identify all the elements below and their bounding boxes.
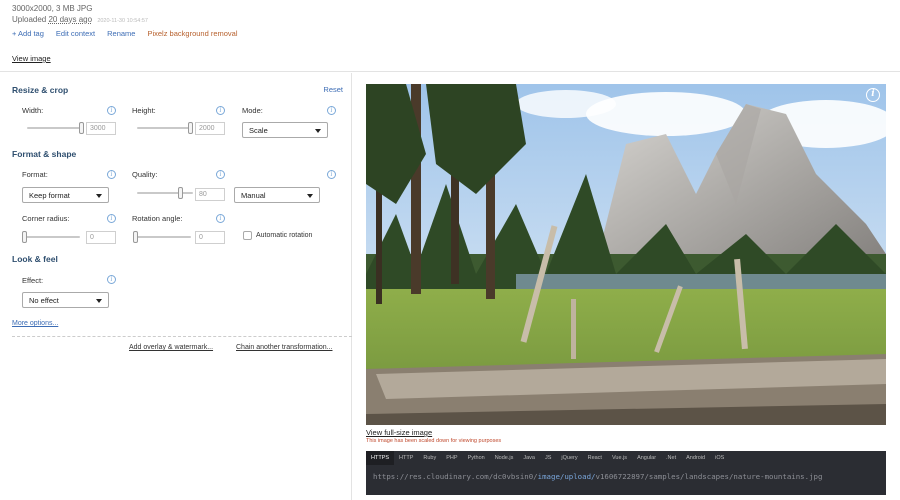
caret-down-icon (96, 299, 102, 303)
height-label: Height: (132, 106, 156, 115)
resize-crop-heading: Resize & crop (12, 85, 69, 95)
tab-ios[interactable]: iOS (710, 451, 729, 465)
height-slider[interactable] (137, 122, 193, 134)
height-slider-track (137, 127, 193, 129)
image-info-icon[interactable]: i (866, 88, 880, 102)
edit-context-link[interactable]: Edit context (56, 29, 95, 38)
caret-down-icon (315, 129, 321, 133)
info-icon[interactable]: i (107, 106, 116, 115)
view-image-tab[interactable]: View image (12, 54, 51, 63)
format-shape-heading: Format & shape (12, 149, 77, 159)
format-select-value: Keep format (29, 191, 70, 200)
corner-radius-input[interactable]: 0 (86, 231, 116, 244)
uploaded-timestamp: 2020-11-30 10:54:57 (97, 18, 148, 24)
automatic-rotation-label: Automatic rotation (256, 232, 313, 239)
format-label: Format: (22, 170, 48, 179)
mode-select-value: Scale (249, 126, 268, 135)
tab-angular[interactable]: Angular (632, 451, 661, 465)
chain-transformation-link[interactable]: Chain another transformation... (236, 344, 333, 351)
quality-slider-track (137, 192, 193, 194)
info-icon[interactable]: i (216, 106, 225, 115)
info-icon[interactable]: i (327, 106, 336, 115)
landscape-image (366, 84, 886, 425)
uploaded-info: Uploaded 20 days ago 2020-11-30 10:54:57 (12, 15, 148, 24)
view-full-size-link[interactable]: View full-size image (366, 428, 432, 437)
tab-php[interactable]: PHP (441, 451, 462, 465)
tab-jquery[interactable]: jQuery (556, 451, 582, 465)
pixelz-link[interactable]: Pixelz background removal (147, 29, 237, 38)
sdk-tabs: HTTPS HTTP Ruby PHP Python Node.js Java JS jQuer… (366, 451, 729, 465)
width-slider-track (27, 127, 84, 129)
mode-label: Mode: (242, 106, 263, 115)
tab-vuejs[interactable]: Vue.js (607, 451, 632, 465)
height-input[interactable]: 2000 (195, 122, 225, 135)
quality-input[interactable]: 80 (195, 188, 225, 201)
tab-android[interactable]: Android (681, 451, 710, 465)
info-icon[interactable]: i (327, 170, 336, 179)
effect-label: Effect: (22, 276, 44, 285)
reset-link[interactable]: Reset (323, 85, 343, 94)
info-icon[interactable]: i (107, 170, 116, 179)
rotation-angle-slider-thumb[interactable] (133, 231, 138, 243)
format-select[interactable]: Keep format (22, 187, 109, 203)
width-input[interactable]: 3000 (86, 122, 116, 135)
look-feel-heading: Look & feel (12, 254, 58, 264)
quality-slider-thumb[interactable] (177, 187, 183, 199)
add-overlay-link[interactable]: Add overlay & watermark... (129, 344, 213, 351)
add-tag-link[interactable]: + Add tag (12, 29, 44, 38)
uploaded-prefix: Uploaded (12, 15, 47, 24)
asset-actions: + Add tag Edit context Rename Pixelz bac… (12, 29, 238, 38)
tab-http[interactable]: HTTP (394, 451, 418, 465)
corner-radius-slider-track (22, 236, 80, 238)
delivery-url[interactable]: https://res.cloudinary.com/dc0vbsin0/ima… (373, 472, 822, 481)
corner-radius-slider[interactable] (22, 231, 80, 243)
rotation-angle-input[interactable]: 0 (195, 231, 225, 244)
caret-down-icon (96, 194, 102, 198)
transformation-panel: Resize & crop Reset Width: i 3000 Height… (0, 73, 352, 500)
effect-select[interactable]: No effect (22, 292, 109, 308)
info-icon[interactable]: i (216, 214, 225, 223)
quality-slider[interactable] (137, 187, 193, 199)
url-suffix: v1606722897/samples/landscapes/nature-mo… (595, 472, 823, 481)
rotation-angle-slider-track (133, 236, 191, 238)
corner-radius-slider-thumb[interactable] (22, 231, 27, 243)
width-slider-thumb[interactable] (79, 122, 84, 134)
tab-js[interactable]: JS (540, 451, 556, 465)
tab-net[interactable]: .Net (661, 451, 681, 465)
rotation-angle-label: Rotation angle: (132, 214, 183, 223)
quality-label: Quality: (132, 170, 158, 179)
automatic-rotation-checkbox[interactable] (243, 231, 252, 240)
tab-python[interactable]: Python (463, 451, 490, 465)
uploaded-ago: 20 days ago (48, 15, 93, 24)
tab-ruby[interactable]: Ruby (418, 451, 441, 465)
url-prefix: https://res.cloudinary.com/dc0vbsin0/ (373, 472, 538, 481)
quality-mode-select[interactable]: Manual (234, 187, 320, 203)
info-icon[interactable]: i (107, 214, 116, 223)
tab-react[interactable]: React (583, 451, 607, 465)
quality-mode-value: Manual (241, 191, 266, 200)
more-options-link[interactable]: More options... (12, 320, 58, 327)
mode-select[interactable]: Scale (242, 122, 328, 138)
rename-link[interactable]: Rename (107, 29, 135, 38)
effect-select-value: No effect (29, 296, 59, 305)
tab-https[interactable]: HTTPS (366, 451, 395, 465)
url-highlight: image/upload/ (537, 472, 596, 481)
divider (12, 336, 352, 337)
asset-dimensions: 3000x2000, 3 MB JPG (12, 4, 93, 13)
image-preview[interactable] (366, 84, 886, 425)
corner-radius-label: Corner radius: (22, 214, 70, 223)
info-icon[interactable]: i (107, 275, 116, 284)
caret-down-icon (307, 194, 313, 198)
rotation-angle-slider[interactable] (133, 231, 191, 243)
width-label: Width: (22, 106, 44, 115)
info-icon[interactable]: i (216, 170, 225, 179)
tab-java[interactable]: Java (518, 451, 540, 465)
asset-header: 3000x2000, 3 MB JPG Uploaded 20 days ago… (0, 0, 900, 72)
height-slider-thumb[interactable] (188, 122, 193, 134)
delivery-url-box: HTTPS HTTP Ruby PHP Python Node.js Java JS jQuer… (366, 451, 886, 495)
scaled-note: This image has been scaled down for view… (366, 438, 502, 444)
tab-nodejs[interactable]: Node.js (490, 451, 519, 465)
width-slider[interactable] (27, 122, 84, 134)
